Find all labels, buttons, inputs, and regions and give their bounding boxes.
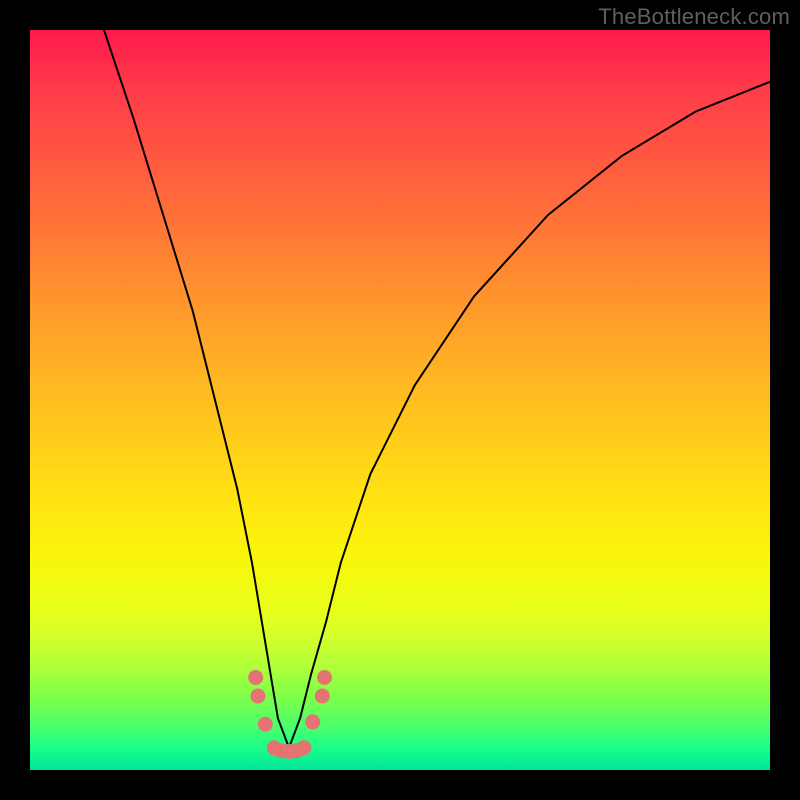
plot-svg <box>30 30 770 770</box>
curve-marker <box>250 689 265 704</box>
chart-frame: TheBottleneck.com <box>0 0 800 800</box>
marker-group <box>248 670 332 759</box>
curve-group <box>104 30 770 748</box>
watermark-text: TheBottleneck.com <box>598 4 790 30</box>
curve-marker <box>248 670 263 685</box>
curve-marker <box>315 689 330 704</box>
curve-marker <box>305 714 320 729</box>
bottleneck-curve <box>104 30 770 748</box>
curve-marker <box>317 670 332 685</box>
curve-marker <box>296 740 311 755</box>
plot-area <box>30 30 770 770</box>
curve-marker <box>258 717 273 732</box>
